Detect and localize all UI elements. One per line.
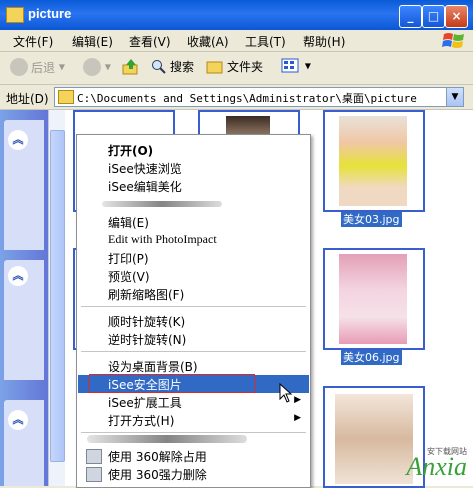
submenu-arrow-icon: ▶ (294, 413, 301, 423)
file-caption[interactable]: 美女06.jpg (341, 350, 402, 365)
context-menu: 打开(O) iSee快速浏览 iSee编辑美化 编辑(E) Edit with … (76, 134, 311, 488)
address-path: C:\Documents and Settings\Administrator\… (77, 92, 417, 105)
minimize-button[interactable]: _ (399, 5, 422, 28)
toolbar: 后退 ▾ ▾ 搜索 文件夹 ▾ (0, 52, 473, 85)
maximize-button[interactable]: □ (422, 5, 445, 28)
highlight-annotation (89, 374, 255, 393)
folders-button[interactable]: 文件夹 (206, 58, 263, 78)
menu-item-print[interactable]: 打印(P) (78, 249, 309, 267)
window-title: picture (28, 6, 72, 21)
up-folder-button[interactable] (122, 58, 140, 78)
thumbnail[interactable] (323, 110, 425, 212)
address-dropdown-button[interactable]: ▼ (446, 88, 463, 106)
menu-separator (81, 306, 306, 307)
menu-favorites[interactable]: 收藏(A) (187, 33, 229, 50)
delete-icon (86, 467, 102, 482)
menu-help[interactable]: 帮助(H) (303, 33, 345, 50)
menu-bar: 文件(F) 编辑(E) 查看(V) 收藏(A) 工具(T) 帮助(H) (0, 30, 473, 52)
menu-item-ext-tools[interactable]: iSee扩展工具 ▶ (78, 393, 309, 411)
photo-image (335, 394, 413, 484)
views-button[interactable]: ▾ (281, 58, 311, 78)
menu-separator (81, 432, 306, 433)
menu-item-edit[interactable]: 编辑(E) (78, 213, 309, 231)
forward-button[interactable]: ▾ (83, 58, 111, 78)
address-field[interactable]: C:\Documents and Settings\Administrator\… (54, 87, 464, 107)
menu-item-set-wallpaper[interactable]: 设为桌面背景(B) (78, 357, 309, 375)
address-bar: 地址(D) C:\Documents and Settings\Administ… (0, 85, 473, 110)
close-button[interactable]: × (445, 5, 468, 28)
file-caption[interactable]: 美女03.jpg (341, 212, 402, 227)
menu-item-quick-view[interactable]: iSee快速浏览 (78, 159, 309, 177)
collapse-chevron-icon[interactable]: ︽ (8, 410, 28, 430)
menu-view[interactable]: 查看(V) (129, 33, 171, 50)
folders-icon (206, 61, 223, 73)
back-button[interactable]: 后退 ▾ (10, 58, 65, 78)
menu-item-edit-beautify[interactable]: iSee编辑美化 (78, 177, 309, 195)
menu-item-360-force-delete[interactable]: 使用 360强力删除 (78, 465, 309, 483)
scrollbar-thumb[interactable] (50, 130, 65, 462)
menu-item-preview[interactable]: 预览(V) (78, 267, 309, 285)
menu-tools[interactable]: 工具(T) (245, 33, 286, 50)
watermark: Anxia 安下载网站 (406, 447, 467, 481)
mouse-cursor-icon (279, 383, 293, 403)
unlock-icon (86, 449, 102, 464)
views-icon (281, 58, 299, 73)
menu-edit[interactable]: 编辑(E) (72, 33, 113, 50)
menu-item-photoimpact[interactable]: Edit with PhotoImpact (78, 231, 309, 249)
task-pane: ︽ ︽ ︽ (0, 110, 49, 486)
menu-file[interactable]: 文件(F) (13, 33, 53, 50)
menu-item-rotate-ccw[interactable]: 逆时针旋转(N) (78, 330, 309, 348)
address-label: 地址(D) (6, 92, 49, 106)
menu-item-refresh-thumbnail[interactable]: 刷新缩略图(F) (78, 285, 309, 303)
menu-separator (81, 351, 306, 352)
menu-item-360-unlock[interactable]: 使用 360解除占用 (78, 447, 309, 465)
redacted-scribble (102, 201, 222, 207)
up-folder-icon (122, 59, 138, 75)
back-arrow-icon (10, 58, 28, 76)
menu-item-open[interactable]: 打开(O) (78, 141, 309, 159)
menu-item-open-with[interactable]: 打开方式(H) ▶ (78, 411, 309, 429)
redacted-scribble (87, 435, 247, 443)
left-scrollbar[interactable] (48, 110, 65, 486)
title-bar: picture _ □ × (0, 0, 473, 30)
collapse-chevron-icon[interactable]: ︽ (8, 130, 28, 150)
thumbnail[interactable] (323, 248, 425, 350)
menu-item-rotate-cw[interactable]: 顺时针旋转(K) (78, 312, 309, 330)
forward-arrow-icon (83, 58, 101, 76)
photo-image (339, 254, 407, 344)
windows-logo-icon (442, 33, 464, 48)
submenu-arrow-icon: ▶ (294, 395, 301, 405)
folder-icon (58, 90, 74, 104)
photo-image (339, 116, 407, 206)
folder-icon (6, 7, 24, 23)
search-icon (152, 59, 166, 74)
collapse-chevron-icon[interactable]: ︽ (8, 266, 28, 286)
search-button[interactable]: 搜索 (151, 58, 194, 78)
